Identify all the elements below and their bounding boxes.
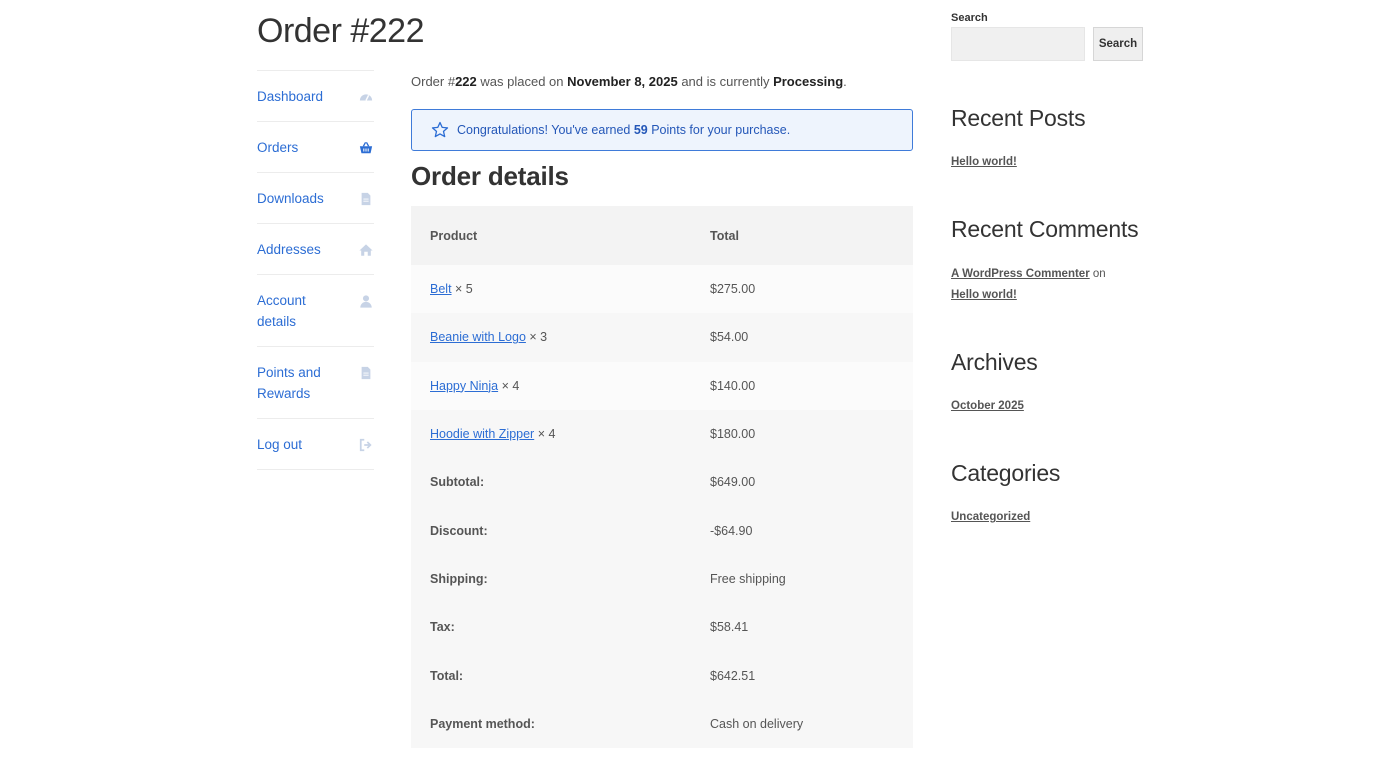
product-quantity: × 4 bbox=[501, 378, 520, 393]
dashboard-gauge-icon bbox=[358, 89, 374, 105]
nav-item-addresses[interactable]: Addresses bbox=[257, 224, 374, 275]
product-link[interactable]: Beanie with Logo bbox=[430, 330, 526, 344]
order-details-table: Product Total Belt × 5 $275.00 Beanie wi… bbox=[411, 206, 913, 748]
recent-posts-title: Recent Posts bbox=[951, 105, 1086, 131]
product-link[interactable]: Belt bbox=[430, 282, 452, 296]
file-icon bbox=[358, 191, 374, 207]
nav-item-log-out[interactable]: Log out bbox=[257, 419, 374, 470]
totals-label: Tax: bbox=[411, 603, 691, 652]
totals-label: Subtotal: bbox=[411, 458, 691, 507]
archive-link[interactable]: October 2025 bbox=[951, 400, 1024, 412]
archives-title: Archives bbox=[951, 349, 1038, 375]
product-link[interactable]: Hoodie with Zipper bbox=[430, 427, 534, 441]
order-status: Processing bbox=[773, 74, 844, 89]
nav-item-dashboard[interactable]: Dashboard bbox=[257, 71, 374, 122]
search-label: Search bbox=[951, 12, 988, 24]
line-total: $140.00 bbox=[691, 361, 913, 410]
user-icon bbox=[358, 293, 374, 309]
totals-value: $642.51 bbox=[691, 651, 913, 700]
nav-item-label: Log out bbox=[257, 437, 303, 452]
table-row: Happy Ninja × 4 $140.00 bbox=[411, 361, 913, 410]
order-details-title: Order details bbox=[411, 161, 569, 191]
column-header-product: Product bbox=[411, 206, 691, 265]
product-link[interactable]: Happy Ninja bbox=[430, 379, 498, 393]
nav-item-label: Addresses bbox=[257, 242, 321, 257]
recent-comments-title: Recent Comments bbox=[951, 216, 1139, 242]
totals-value: Cash on delivery bbox=[691, 699, 913, 748]
comment-author-link[interactable]: A WordPress Commenter bbox=[951, 268, 1090, 280]
product-quantity: × 4 bbox=[537, 427, 556, 442]
totals-value: $58.41 bbox=[691, 603, 913, 652]
search-input[interactable] bbox=[951, 27, 1085, 61]
points-notice: Congratulations! You've earned 59 Points… bbox=[411, 109, 913, 151]
basket-icon bbox=[358, 140, 374, 156]
nav-item-label: Points and Rewards bbox=[257, 365, 321, 401]
totals-row-shipping: Shipping: Free shipping bbox=[411, 554, 913, 604]
totals-label: Total: bbox=[411, 651, 691, 700]
totals-row-discount: Discount: -$64.90 bbox=[411, 506, 913, 555]
nav-item-label: Downloads bbox=[257, 191, 324, 206]
table-header-row: Product Total bbox=[411, 206, 913, 265]
product-quantity: × 3 bbox=[529, 330, 548, 345]
nav-item-label: Account details bbox=[257, 293, 306, 329]
totals-label: Discount: bbox=[411, 506, 691, 555]
nav-item-downloads[interactable]: Downloads bbox=[257, 173, 374, 224]
totals-value: $649.00 bbox=[691, 458, 913, 507]
table-row: Beanie with Logo × 3 $54.00 bbox=[411, 313, 913, 362]
nav-item-orders[interactable]: Orders bbox=[257, 122, 374, 173]
totals-value: Free shipping bbox=[691, 554, 913, 604]
totals-row-subtotal: Subtotal: $649.00 bbox=[411, 458, 913, 507]
page-title: Order #222 bbox=[257, 12, 425, 50]
comment-post-link[interactable]: Hello world! bbox=[951, 289, 1017, 301]
categories-title: Categories bbox=[951, 460, 1061, 486]
totals-row-tax: Tax: $58.41 bbox=[411, 603, 913, 652]
nav-item-points-and-rewards[interactable]: Points and Rewards bbox=[257, 347, 374, 419]
order-summary-line: Order #222 was placed on November 8, 202… bbox=[411, 74, 847, 89]
main-content: Order #222 was placed on November 8, 202… bbox=[411, 70, 913, 748]
sign-out-icon bbox=[358, 437, 374, 453]
points-earned: 59 bbox=[633, 123, 648, 137]
recent-comment-item: A WordPress Commenter on Hello world! bbox=[951, 268, 1106, 301]
line-total: $275.00 bbox=[691, 265, 913, 314]
totals-row-total: Total: $642.51 bbox=[411, 651, 913, 700]
home-icon bbox=[358, 242, 374, 258]
points-notice-text: Congratulations! You've earned 59 Points… bbox=[457, 123, 791, 137]
nav-item-label: Dashboard bbox=[257, 89, 324, 104]
order-number: 222 bbox=[455, 74, 477, 89]
totals-label: Shipping: bbox=[411, 554, 691, 604]
star-icon bbox=[431, 121, 449, 139]
product-quantity: × 5 bbox=[455, 282, 473, 297]
line-total: $180.00 bbox=[691, 409, 913, 459]
column-header-total: Total bbox=[691, 206, 913, 265]
recent-post-link[interactable]: Hello world! bbox=[951, 156, 1017, 168]
order-date: November 8, 2025 bbox=[567, 74, 678, 89]
line-total: $54.00 bbox=[691, 313, 913, 362]
sidebar: Search Search Recent Posts Hello world! … bbox=[951, 12, 1146, 523]
table-row: Belt × 5 $275.00 bbox=[411, 265, 913, 314]
search-form: Search bbox=[951, 27, 1146, 61]
account-navigation: Dashboard Orders Downloads Addresses Acc… bbox=[257, 70, 374, 470]
table-row: Hoodie with Zipper × 4 $180.00 bbox=[411, 409, 913, 459]
category-link[interactable]: Uncategorized bbox=[951, 511, 1030, 523]
file-icon bbox=[358, 365, 374, 381]
totals-label: Payment method: bbox=[411, 699, 691, 748]
nav-item-label: Orders bbox=[257, 140, 299, 155]
search-button[interactable]: Search bbox=[1093, 27, 1143, 61]
totals-value: -$64.90 bbox=[691, 506, 913, 555]
totals-row-payment-method: Payment method: Cash on delivery bbox=[411, 699, 913, 748]
nav-item-account-details[interactable]: Account details bbox=[257, 275, 374, 347]
